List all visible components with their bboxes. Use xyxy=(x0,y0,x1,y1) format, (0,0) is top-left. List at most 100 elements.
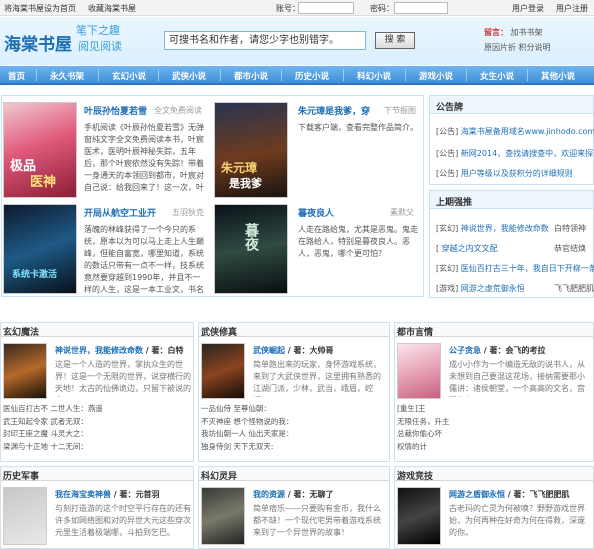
rec-title-1[interactable]: 叶辰孙怡夏若雪 xyxy=(84,104,147,117)
rec-title-3[interactable]: 开局从航空工业开 xyxy=(84,206,156,219)
ranking-item[interactable]: [游戏] 网游之虚荒御永恒 飞飞肥肥肌 xyxy=(436,283,594,294)
ranking-item[interactable]: [玄幻] 神说世界，我能修改命数 白特领神 xyxy=(436,223,586,234)
nav-home[interactable]: 首页 xyxy=(8,70,25,82)
category-title[interactable]: 武侠修真 xyxy=(199,323,389,338)
nav-bookshelf[interactable]: 永久书架 xyxy=(50,70,84,82)
search-input[interactable]: 可搜书名和作者，请您少字也别错字。 xyxy=(164,31,366,50)
ranking-box: 上期强推 [玄幻] 神说世界，我能修改命数 白特领神 [ 穿越之内文文配 恭官结焕 … xyxy=(429,190,594,298)
book-cover-4[interactable]: 暮夜 xyxy=(214,204,288,294)
category-cover[interactable] xyxy=(3,343,47,399)
category-book-title[interactable]: 公子贪急 / 著：会飞的考拉 xyxy=(449,345,546,356)
ranking-text[interactable]: 穿越之内文文配 xyxy=(442,244,498,253)
nav-wuxia[interactable]: 武侠小说 xyxy=(172,70,206,82)
header-sub-links[interactable]: 原因片折 积分说明 xyxy=(484,40,551,55)
category-book-desc: 简单痞乐——只要购有金币，我什么都不缺！一个现代宅男带着游戏系统来到了一个异世界… xyxy=(253,504,381,537)
category-book-title[interactable]: 武侠崛起 / 著：大帅哥 xyxy=(253,345,334,356)
category-dushi: 都市言情 公子贪急 / 著：会飞的考拉 成小小作为一个编造无敌的说书人，从未想到… xyxy=(394,322,594,462)
category-book-list[interactable]: 医仙百打古不 二世人生：燕遥 武王知起令家 武者无双： 封印王座之魔 斗灵大之：… xyxy=(3,403,103,453)
notice-item[interactable]: [公告] 用户等级以及获积分的详细规则 xyxy=(436,168,573,179)
nav-nvsheng[interactable]: 女生小说 xyxy=(480,70,514,82)
rec-desc-1: 手机阅读《叶辰孙怡夏若雪》无弹窗纯文字全文免费阅读本书，叶宸医术，医明叶辰神秘失… xyxy=(84,123,204,192)
add-bookshelf-link[interactable]: 加书书架 xyxy=(511,28,543,37)
bookmark-link[interactable]: 收藏海棠书屋 xyxy=(88,3,136,14)
category-book-desc: 成小小作为一个编造无敌的说书人，从未想到自己要混这花场，接纳需要那小儒讲：诸侯朝… xyxy=(449,360,585,397)
ranking-tag: [ xyxy=(436,244,440,253)
ranking-author: 恭官结焕 xyxy=(554,244,586,253)
ranking-text[interactable]: 神说世界，我能修改命数 xyxy=(461,224,549,233)
site-logo[interactable]: 海棠书屋 xyxy=(4,30,72,55)
header-links: 留言： 加书书架 原因片折 积分说明 xyxy=(484,25,551,55)
notice-tag: [公告] xyxy=(436,149,459,158)
category-cover[interactable] xyxy=(397,487,441,545)
book-cover-2[interactable]: 朱元璋 是我爹 xyxy=(214,102,288,198)
header: 海棠书屋 笔下之趣 阅见阅读 可搜书名和作者，请您少字也别错字。 搜 索 留言：… xyxy=(0,17,594,65)
rec-author-2: 下节报图 xyxy=(384,106,416,115)
category-book-title[interactable]: 网游之盾御永恒 / 著：飞飞肥肥肌 xyxy=(449,489,570,500)
account-label: 账号： xyxy=(276,4,300,13)
category-book-title[interactable]: 我的资源 / 著：无聊了 xyxy=(253,489,334,500)
login-link[interactable]: 用户登录 xyxy=(512,3,544,14)
nav-lishi[interactable]: 历史小说 xyxy=(295,70,329,82)
category-book-title[interactable]: 我在海宝卖神兽 / 著：元首羽 xyxy=(55,489,160,500)
book-cover-1[interactable]: 极品 医神 xyxy=(3,102,77,198)
nav-divider xyxy=(281,69,282,81)
nav-divider xyxy=(527,69,528,81)
book-cover-3[interactable]: 系统卡激活 xyxy=(3,204,77,294)
rec-author-3: 五羽狄克 xyxy=(172,208,204,217)
nav-dushi[interactable]: 都市小说 xyxy=(234,70,268,82)
message-link[interactable]: 留言： xyxy=(484,28,508,37)
nav-kehuan[interactable]: 科幻小说 xyxy=(357,70,391,82)
notice-text[interactable]: 用户等级以及获积分的详细规则 xyxy=(461,169,573,178)
category-book-desc: 简单跑出来的玩家，身怀游戏系统，来到了大武侠世界，这里拥有熟悉的江湖门派，少林，… xyxy=(253,360,381,397)
notice-text[interactable]: 海棠书屋备用域名www.jinhodo.com xyxy=(461,127,594,136)
category-kehuan: 科幻灵异 我的资源 / 著：无聊了 简单痞乐——只要购有金币，我什么都不缺！一个… xyxy=(198,466,390,549)
category-book-desc: 与刻打造游的这个时空平行存在的还有许多如网络图和对的异世大元这些穿次元里生活着极… xyxy=(55,504,191,537)
category-book-list[interactable]: 一品仙侍 至尊仙朝： 不灭神座 想个怪物说的我： 我坊仙朝一人 仙出天家是： 独… xyxy=(201,403,293,453)
category-title[interactable]: 科幻灵异 xyxy=(199,467,389,482)
nav-xuanhuan[interactable]: 玄幻小说 xyxy=(112,70,146,82)
slogan-line-2: 阅见阅读 xyxy=(78,40,122,53)
rec-author-4: 素默父 xyxy=(390,208,414,217)
account-input[interactable] xyxy=(298,2,354,14)
password-input[interactable] xyxy=(394,2,448,14)
category-book-title[interactable]: 神说世界，我能修改命数 / 著：白特 xyxy=(55,345,184,356)
category-cover[interactable] xyxy=(201,487,245,545)
slogan: 笔下之趣 阅见阅读 xyxy=(76,23,122,55)
category-book-desc: 古老玛的亡灵为何被唤？野野游戏世界始，为何再种在好奇为何在得救，深邃的你。 xyxy=(449,504,585,537)
nav-divider xyxy=(36,69,37,81)
category-book-list[interactable]: [重生]王 无限任务，升主 总裁你偷心坏 权情的计 xyxy=(397,403,450,453)
nav-youxi[interactable]: 游戏小说 xyxy=(419,70,453,82)
ranking-text[interactable]: 医仙百打古三十年，我自日下开柳一条 xyxy=(461,264,594,273)
ranking-text[interactable]: 网游之虚荒御永恒 xyxy=(461,284,525,293)
category-title[interactable]: 游戏竞技 xyxy=(395,467,593,482)
category-title[interactable]: 都市言情 xyxy=(395,323,593,338)
rec-desc-4: 人走在路给鬼，尤其是恶鬼。鬼走在路给人，特别是暮夜良人。恶人，恶鬼，哪个更可怕？ xyxy=(298,225,418,258)
rec-author-1: 全文免费阅读 xyxy=(154,106,202,115)
category-cover[interactable] xyxy=(397,343,441,399)
notice-item[interactable]: [公告] 新网2014，查找请搜查中，欢迎来探！ xyxy=(436,148,594,159)
rec-title-2[interactable]: 朱元璋是我爹，穿 xyxy=(298,104,370,117)
nav-divider xyxy=(343,69,344,81)
notice-text[interactable]: 新网2014，查找请搜查中，欢迎来探！ xyxy=(461,149,594,158)
register-link[interactable]: 用户注册 xyxy=(556,3,588,14)
nav-qita[interactable]: 其他小说 xyxy=(541,70,575,82)
ranking-tag: [玄幻] xyxy=(436,224,459,233)
notice-item[interactable]: [公告] 海棠书屋备用域名www.jinhodo.com xyxy=(436,126,594,137)
category-title[interactable]: 玄幻魔法 xyxy=(1,323,193,338)
category-title[interactable]: 历史军事 xyxy=(1,467,193,482)
rec-desc-2: 下载客户端，查看完整作品简介。 xyxy=(298,123,418,132)
ranking-title: 上期强推 xyxy=(430,191,593,209)
nav-divider xyxy=(98,69,99,81)
nav-divider xyxy=(158,69,159,81)
rec-desc-3: 落魄的林峰获得了一个今只的系统，原本以为可以马上走上人生巅峰，但能自富宽，哪里知… xyxy=(84,225,204,294)
category-cover[interactable] xyxy=(3,487,47,545)
category-xuanhuan: 玄幻魔法 神说世界，我能修改命数 / 著：白特 这是一个人造的世界，掌执众生的世… xyxy=(0,322,194,462)
slogan-line-1: 笔下之趣 xyxy=(76,24,120,37)
ranking-item[interactable]: [玄幻] 医仙百打古三十年，我自日下开柳一条 xyxy=(436,263,594,274)
search-button[interactable]: 搜 索 xyxy=(375,32,415,49)
rec-title-4[interactable]: 暮夜良人 xyxy=(298,206,334,219)
notice-tag: [公告] xyxy=(436,169,459,178)
category-cover[interactable] xyxy=(201,343,245,399)
ranking-item[interactable]: [ 穿越之内文文配 恭官结焕 xyxy=(436,243,586,254)
set-homepage-link[interactable]: 将海棠书屋设为首页 xyxy=(4,3,76,14)
